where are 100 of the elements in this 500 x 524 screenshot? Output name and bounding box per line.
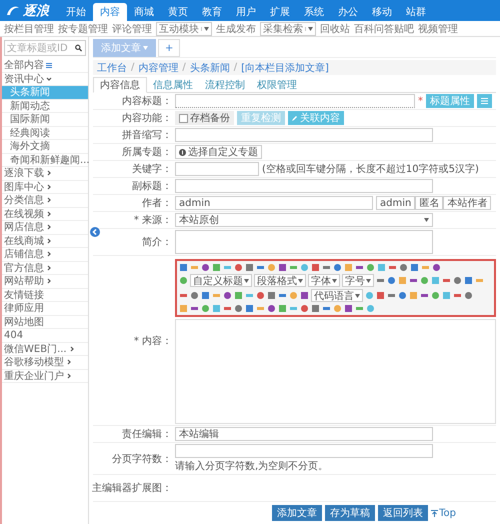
- menu-link[interactable]: 生成发布: [216, 22, 256, 36]
- caret-icon: [308, 26, 313, 30]
- menu-link[interactable]: 回收站: [320, 22, 350, 36]
- sidebar-item[interactable]: 全部内容: [2, 59, 88, 72]
- caret-icon: [204, 26, 209, 30]
- sidebar-item[interactable]: 律师应用: [2, 302, 88, 316]
- sidebar-item[interactable]: 官方信息: [2, 262, 88, 275]
- sidebar-item[interactable]: 网站地图: [2, 316, 88, 329]
- nav-tab[interactable]: 用户: [229, 3, 263, 21]
- action-button[interactable]: 添加文章: [272, 505, 322, 521]
- nav-tab[interactable]: 商城: [127, 3, 161, 21]
- menu-link[interactable]: 按栏目管理: [4, 22, 54, 36]
- chevron-icon: [46, 278, 52, 284]
- field-label: 副标题：: [132, 180, 172, 193]
- form-tab[interactable]: 内容信息: [93, 77, 147, 93]
- caret-icon: [244, 278, 249, 282]
- keyword-hint: (空格或回车键分隔，长度不超过10字符或5汉字): [262, 162, 479, 176]
- nav-tab[interactable]: 系统: [297, 3, 331, 21]
- author-option-button[interactable]: 匿名: [415, 196, 444, 210]
- menu-link[interactable]: 视频管理: [418, 22, 458, 36]
- menu-dropdown[interactable]: 互动模块: [156, 22, 212, 36]
- menu-link[interactable]: 百科问答贴吧: [354, 22, 414, 36]
- topic-button[interactable]: 选择自定义专题: [175, 145, 262, 159]
- breadcrumb-link[interactable]: 头条新闻: [190, 60, 230, 74]
- text-field[interactable]: [175, 444, 433, 458]
- toolbar-dropdown[interactable]: 代码语言: [311, 289, 363, 302]
- required-mark: *: [418, 96, 423, 106]
- field-label: 拼音缩写：: [122, 128, 172, 142]
- list-icon[interactable]: [477, 94, 492, 108]
- sidebar-item[interactable]: 国际新闻: [2, 113, 88, 126]
- title-field[interactable]: [175, 94, 415, 108]
- toolbar-dropdown[interactable]: 字号: [342, 274, 374, 287]
- collapse-icon[interactable]: [90, 227, 100, 237]
- field-label: 内容标题：: [122, 94, 172, 108]
- caret-icon: [332, 278, 337, 282]
- toolbar-dropdown[interactable]: 字体: [308, 274, 340, 287]
- nav-tab[interactable]: 开始: [59, 3, 93, 21]
- sidebar-item[interactable]: 在线视频: [2, 208, 88, 221]
- toolbar-dropdown[interactable]: 自定义标题: [190, 274, 252, 287]
- sidebar-item[interactable]: 友情链接: [2, 288, 88, 302]
- chevron-icon: [46, 224, 52, 230]
- sidebar-item[interactable]: 微信WEB门...: [2, 342, 88, 356]
- text-field[interactable]: [175, 179, 433, 193]
- top-link[interactable]: Top: [431, 508, 456, 518]
- chevron-icon: [66, 372, 72, 379]
- nav-tab[interactable]: 教育: [195, 3, 229, 21]
- keyword-field[interactable]: [175, 162, 259, 176]
- nav-tab[interactable]: 黄页: [161, 3, 195, 21]
- chevron-icon: [46, 197, 52, 204]
- sidebar-item[interactable]: 逐浪下载: [2, 167, 88, 180]
- page-hint: 请输入分页字符数,为空则不分页。: [175, 460, 328, 473]
- menu-link[interactable]: 评论管理: [112, 22, 152, 36]
- action-button[interactable]: 存为草稿: [325, 505, 376, 521]
- search-icon[interactable]: [75, 44, 82, 52]
- nav-tab[interactable]: 移动: [365, 3, 399, 21]
- field-label: 所属专题：: [122, 146, 172, 159]
- action-button[interactable]: 返回列表: [378, 505, 428, 521]
- breadcrumb-separator: /: [182, 62, 186, 73]
- form-tab[interactable]: 权限管理: [251, 77, 303, 92]
- text-field[interactable]: 本站编辑: [175, 427, 433, 441]
- field-label: 关键字：: [132, 162, 172, 176]
- field-label: 作者：: [142, 196, 172, 210]
- sidebar-item[interactable]: 网店信息: [2, 221, 88, 234]
- form-tab[interactable]: 信息属性: [147, 77, 199, 92]
- sidebar-item[interactable]: 重庆企业门户: [2, 370, 88, 383]
- form-tab[interactable]: 流程控制: [199, 77, 251, 92]
- menu-link[interactable]: 按专题管理: [58, 22, 108, 36]
- arrow-up-icon: [431, 510, 438, 516]
- breadcrumb-link[interactable]: 工作台: [97, 60, 127, 74]
- sidebar-item[interactable]: 404: [2, 329, 88, 342]
- field-label: 责任编辑：: [122, 428, 172, 441]
- author-field[interactable]: admin: [175, 196, 373, 210]
- sidebar-item[interactable]: 海外文摘: [2, 140, 88, 154]
- sidebar-item[interactable]: 经典阅读: [2, 126, 88, 140]
- text-field[interactable]: [175, 128, 433, 142]
- breadcrumb-link[interactable]: 内容管理: [138, 60, 178, 74]
- add-tab-button[interactable]: +: [158, 39, 180, 57]
- sidebar-item[interactable]: 图库中心: [2, 180, 88, 194]
- author-option-button[interactable]: 本站作者: [443, 196, 492, 210]
- info-icon: [179, 148, 186, 156]
- nav-tab[interactable]: 站群: [399, 3, 433, 21]
- source-select[interactable]: 本站原创: [175, 213, 433, 227]
- nav-tab[interactable]: 内容: [93, 3, 127, 21]
- sidebar-item[interactable]: 分类信息: [2, 194, 88, 208]
- list-icon: [46, 62, 52, 68]
- summary-field[interactable]: [175, 230, 433, 254]
- chevron-icon: [46, 251, 52, 258]
- toolbar-dropdown[interactable]: 段落格式: [254, 274, 306, 287]
- chevron-icon: [46, 76, 52, 82]
- archive-checkbox[interactable]: 存档备份: [175, 111, 234, 125]
- sidebar-item[interactable]: 谷歌移动模型: [2, 356, 88, 370]
- author-option-button[interactable]: admin: [376, 196, 416, 210]
- sidebar-item[interactable]: 奇闻和新鲜趣闻...: [2, 154, 88, 167]
- sidebar-item[interactable]: 新闻动态: [2, 100, 88, 113]
- sidebar-item[interactable]: 店铺信息: [2, 248, 88, 262]
- nav-tab[interactable]: 办公: [331, 3, 365, 21]
- sidebar-item[interactable]: 网站帮助: [2, 275, 88, 288]
- nav-tab[interactable]: 扩展: [263, 3, 297, 21]
- menu-dropdown[interactable]: 采集检索: [260, 22, 316, 36]
- sidebar-item[interactable]: 在线商城: [2, 234, 88, 248]
